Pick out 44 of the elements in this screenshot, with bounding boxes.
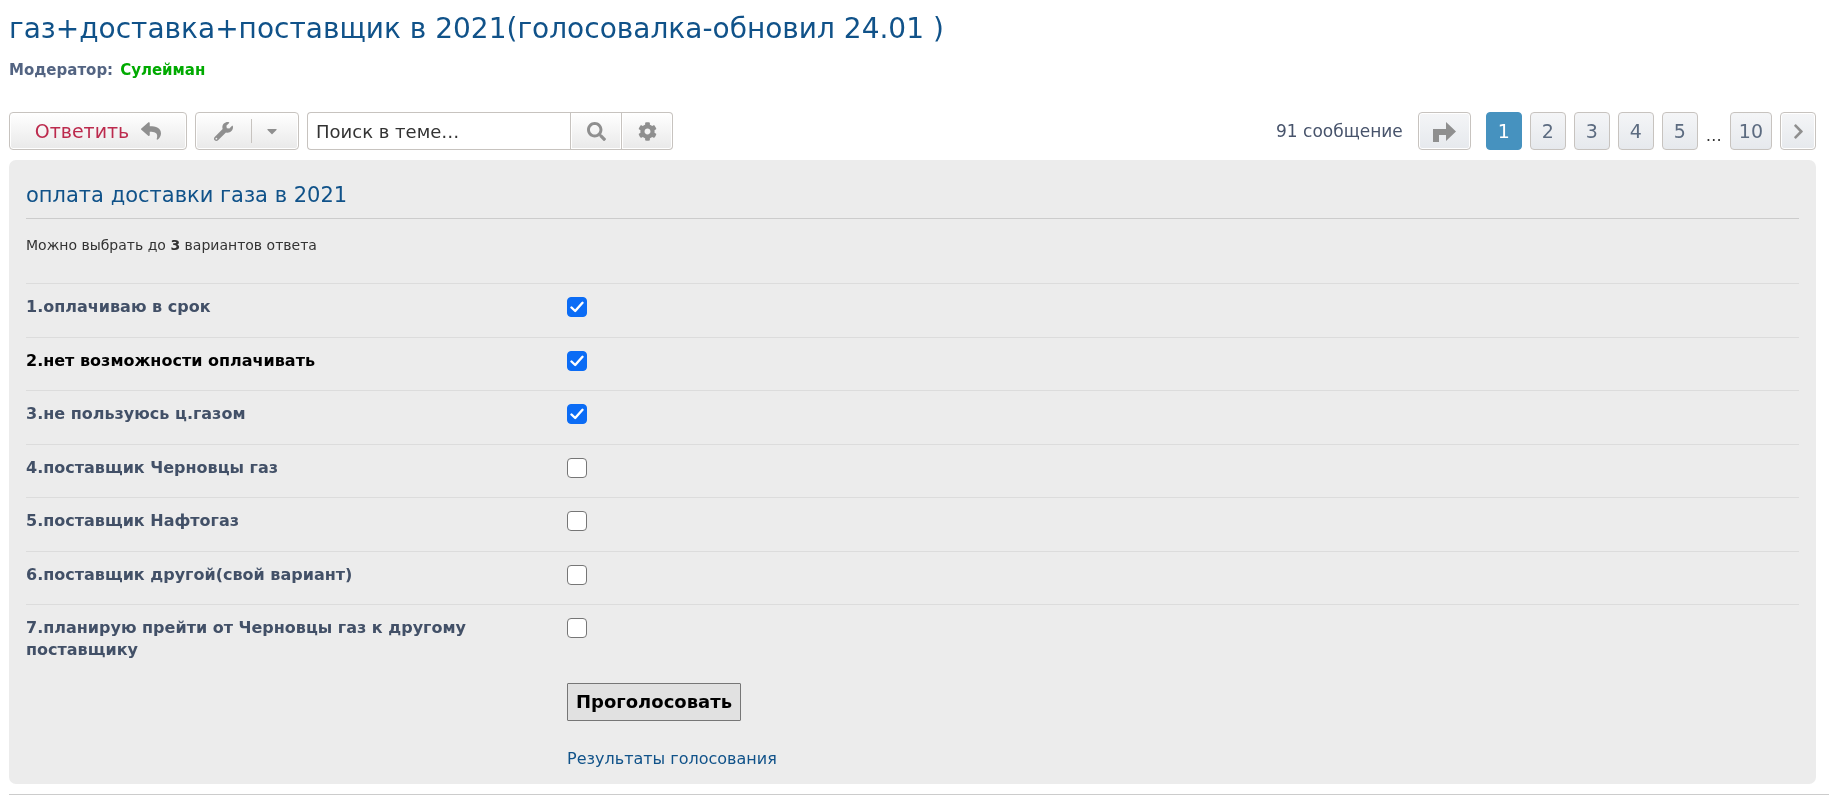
option-label: 6.поставщик другой(свой вариант) bbox=[26, 563, 353, 586]
search-settings-button[interactable] bbox=[622, 112, 673, 150]
check-icon bbox=[570, 354, 584, 367]
option-label: 4.поставщик Черновцы газ bbox=[26, 456, 279, 479]
page-button[interactable]: 2 bbox=[1529, 112, 1566, 150]
option-label: 1.оплачиваю в срок bbox=[26, 296, 211, 318]
search-icon bbox=[586, 121, 606, 141]
checkbox[interactable] bbox=[567, 404, 587, 424]
page-button[interactable]: 10 bbox=[1729, 112, 1772, 150]
wrench-icon bbox=[214, 121, 233, 141]
check-icon bbox=[570, 301, 584, 313]
checkbox[interactable] bbox=[567, 457, 587, 478]
checkbox[interactable] bbox=[567, 350, 587, 371]
reply-arrow-icon bbox=[141, 121, 162, 141]
page-button[interactable]: 1 bbox=[1485, 112, 1522, 150]
jump-to-page-button[interactable] bbox=[1417, 112, 1471, 150]
page-ellipsis: … bbox=[1705, 124, 1722, 145]
checkbox[interactable] bbox=[567, 618, 587, 638]
post-count: 91 сообщение bbox=[1276, 121, 1403, 141]
page-button[interactable]: 5 bbox=[1661, 112, 1698, 150]
option-label: 2.нет возможности оплачивать bbox=[26, 349, 316, 372]
tools-button[interactable] bbox=[195, 112, 299, 150]
search-button[interactable] bbox=[570, 112, 622, 150]
check-icon bbox=[570, 408, 584, 420]
moderator-label: Модератор: bbox=[9, 60, 114, 80]
page-button[interactable]: 4 bbox=[1617, 112, 1654, 150]
option-label: 7.планирую прейти от Черновцы газ к другому поставщику bbox=[26, 617, 467, 661]
checkbox[interactable] bbox=[567, 564, 587, 585]
reply-button[interactable]: Ответить bbox=[9, 112, 187, 150]
gear-icon bbox=[637, 121, 657, 141]
checkbox[interactable] bbox=[567, 297, 587, 317]
option-label: 5.поставщик Нафтогаз bbox=[26, 510, 240, 532]
checkbox[interactable] bbox=[567, 511, 587, 531]
thread-title: газ+доставка+поставщик в 2021(голосовалка-обновил 24.01 ) bbox=[9, 11, 944, 47]
vote-button[interactable]: Проголосовать bbox=[567, 682, 742, 721]
poll-title: оплата доставки газа в 2021 bbox=[26, 180, 1799, 219]
page-button[interactable]: 3 bbox=[1573, 112, 1610, 150]
results-link[interactable]: Результаты голосования bbox=[567, 747, 777, 770]
moderator-link[interactable]: Сулейман bbox=[120, 60, 206, 80]
poll-hint: Можно выбрать до 3 вариантов ответа bbox=[26, 236, 317, 255]
search-field[interactable]: Поиск в теме… bbox=[307, 112, 570, 150]
option-label: 3.не пользуюсь ц.газом bbox=[26, 403, 246, 425]
turn-right-arrow-icon bbox=[1432, 120, 1457, 142]
next-page-button[interactable] bbox=[1780, 112, 1816, 150]
